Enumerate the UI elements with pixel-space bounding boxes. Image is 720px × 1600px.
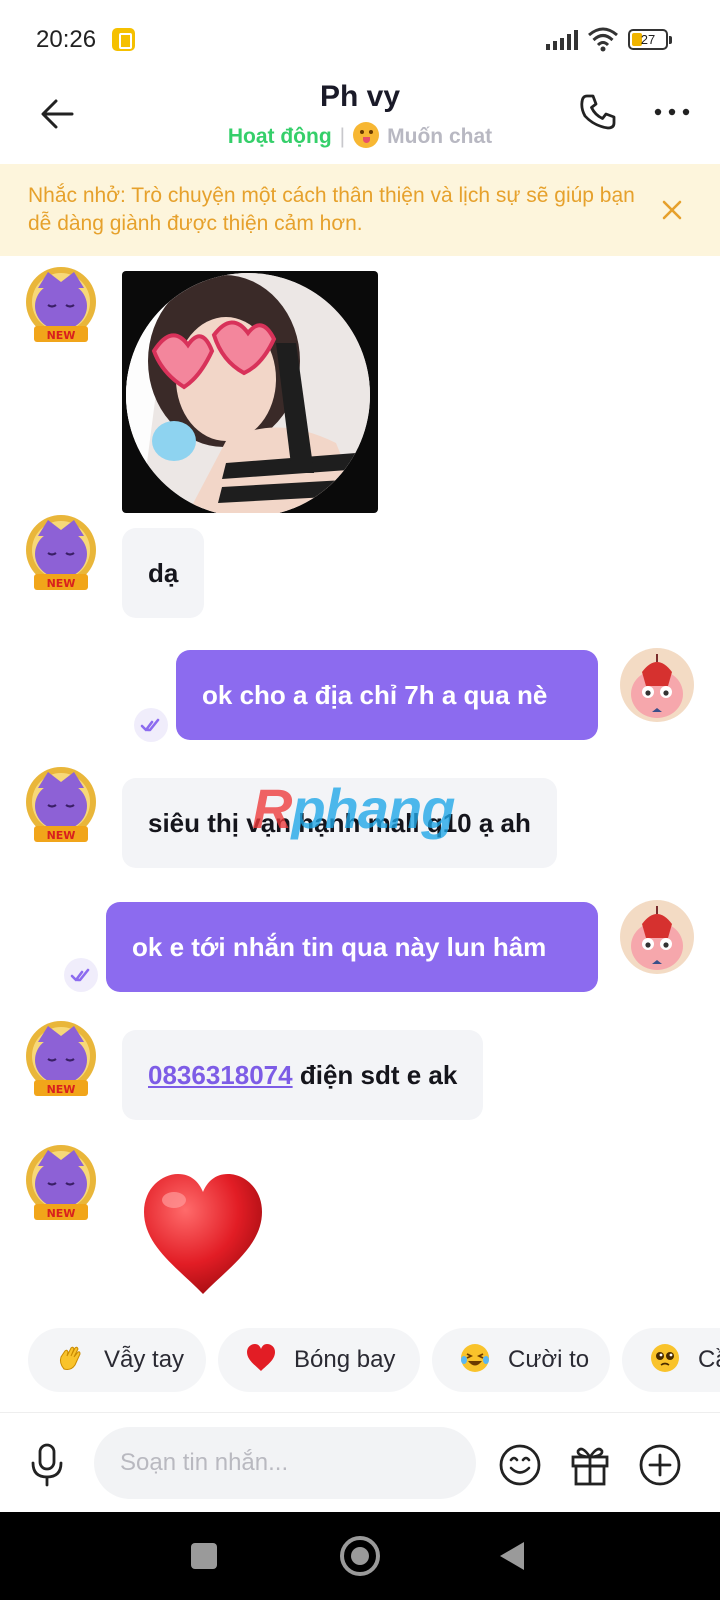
more-options-icon[interactable] — [652, 104, 692, 120]
outgoing-message-bubble[interactable]: ok e tới nhắn tin qua này lun hâm — [106, 902, 598, 992]
reaction-balloon-button[interactable]: Bóng bay — [218, 1328, 420, 1392]
wifi-icon — [588, 27, 618, 52]
status-separator: | — [339, 125, 346, 148]
gift-icon[interactable] — [568, 1443, 612, 1487]
mood-emoji-icon — [353, 122, 380, 148]
back-triangle-icon[interactable] — [500, 1542, 524, 1570]
battery-level: 27 — [640, 32, 656, 47]
status-bar: 20:26 27 — [0, 0, 720, 80]
home-icon[interactable] — [340, 1536, 380, 1576]
outgoing-message-bubble[interactable]: ok cho a địa chỉ 7h a qua nè — [176, 650, 598, 740]
my-avatar-icon[interactable] — [620, 900, 694, 974]
heart-sticker-icon[interactable] — [138, 1168, 268, 1298]
system-nav-bar — [0, 1512, 720, 1600]
microphone-icon[interactable] — [28, 1443, 66, 1487]
red-heart-icon — [247, 1344, 275, 1371]
my-avatar-icon[interactable] — [620, 648, 694, 722]
new-badge-label: NEW — [47, 329, 76, 342]
message-input-bar — [0, 1412, 720, 1512]
recents-icon[interactable] — [191, 1543, 217, 1569]
waving-hand-icon — [59, 1346, 81, 1370]
laughing-face-icon — [461, 1344, 489, 1372]
reaction-laugh-button[interactable]: Cười to — [432, 1328, 610, 1392]
signal-icon — [546, 30, 578, 50]
emoji-icon[interactable] — [498, 1443, 542, 1487]
friend-avatar-icon[interactable]: NEW — [20, 1140, 102, 1226]
status-active: Hoạt động — [227, 125, 332, 148]
new-badge-label: NEW — [47, 1207, 76, 1220]
photo-image — [126, 273, 370, 513]
pleading-face-icon — [651, 1344, 679, 1372]
reaction-pleading-button[interactable]: Cầ — [622, 1328, 720, 1392]
plus-icon[interactable] — [638, 1443, 682, 1487]
new-badge-label: NEW — [47, 829, 76, 842]
incoming-message-bubble[interactable]: dạ — [122, 528, 205, 618]
app-notification-icon — [112, 28, 135, 51]
photo-message[interactable] — [122, 271, 378, 513]
friend-avatar-icon[interactable]: NEW — [20, 262, 102, 348]
phone-call-icon[interactable] — [578, 92, 618, 132]
phone-number-link[interactable]: 0836318074 — [148, 1060, 293, 1090]
message-text: điện sdt e ak — [292, 1060, 458, 1090]
reminder-banner: Nhắc nhở: Trò chuyện một cách thân thiện… — [0, 164, 720, 256]
reaction-label: Vẫy tay — [104, 1346, 185, 1373]
reminder-text: Nhắc nhở: Trò chuyện một cách thân thiện… — [28, 184, 635, 235]
status-time: 20:26 — [36, 26, 97, 53]
reaction-label: Bóng bay — [294, 1346, 396, 1373]
friend-avatar-icon[interactable]: NEW — [20, 1016, 102, 1102]
reaction-label: Cười to — [508, 1346, 590, 1373]
status-want-chat: Muốn chat — [387, 125, 493, 148]
chat-header: Ph vy Hoạt động | Muốn chat — [0, 80, 720, 164]
watermark-logo: Rphang — [252, 777, 455, 840]
read-receipt-icon — [134, 708, 168, 742]
quick-reactions: Vẫy tay Bóng bay Cười to Cầ — [0, 1328, 720, 1392]
read-receipt-icon — [64, 958, 98, 992]
battery-icon: 27 — [628, 29, 672, 50]
close-icon[interactable] — [660, 198, 684, 222]
friend-avatar-icon[interactable]: NEW — [20, 762, 102, 848]
new-badge-label: NEW — [47, 577, 76, 590]
new-badge-label: NEW — [47, 1083, 76, 1096]
reaction-label: Cầ — [698, 1346, 720, 1373]
reaction-wave-button[interactable]: Vẫy tay — [28, 1328, 206, 1392]
incoming-message-bubble[interactable]: 0836318074 điện sdt e ak — [122, 1030, 484, 1120]
message-input[interactable] — [94, 1427, 476, 1499]
friend-avatar-icon[interactable]: NEW — [20, 510, 102, 596]
